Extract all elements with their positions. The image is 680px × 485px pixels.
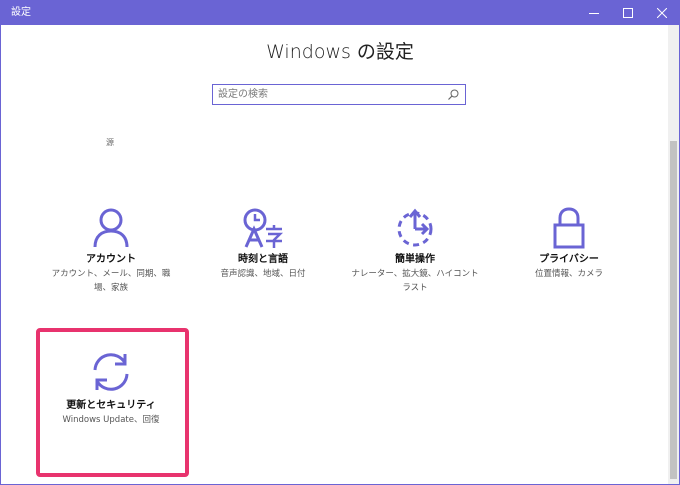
tile-label: 簡単操作 <box>395 254 435 265</box>
tile-privacy[interactable]: プライバシー 位置情報、カメラ <box>499 207 639 281</box>
tile-ease-of-access[interactable]: 簡単操作 ナレーター、拡大鏡、ハイコントラスト <box>345 207 485 295</box>
minimize-icon <box>589 13 599 14</box>
lock-icon <box>553 207 585 249</box>
tile-accounts[interactable]: アカウント アカウント、メール、同期、職場、家族 <box>41 207 181 295</box>
stray-text: 源 <box>106 138 114 147</box>
tile-label: 時刻と言語 <box>238 254 288 265</box>
tile-description: 音声認識、地域、日付 <box>220 269 306 279</box>
scrollbar-thumb[interactable] <box>670 141 677 479</box>
person-icon <box>93 208 129 248</box>
time-language-icon <box>243 208 284 248</box>
tile-description: 位置情報、カメラ <box>534 269 603 279</box>
close-icon <box>657 8 667 18</box>
close-button[interactable] <box>645 1 679 25</box>
search-input[interactable] <box>216 86 443 103</box>
highlight-box <box>36 328 189 477</box>
maximize-button[interactable] <box>611 1 645 25</box>
ease-of-access-icon <box>397 208 433 247</box>
settings-window: 設定 Windows の設定 源 アカウント アカウント、メール、同期、職場、家… <box>0 0 680 485</box>
maximize-icon <box>623 8 633 18</box>
tile-label: プライバシー <box>539 254 599 265</box>
minimize-button[interactable] <box>577 1 611 25</box>
search-box[interactable] <box>212 84 466 105</box>
title-bar[interactable]: 設定 <box>1 1 679 25</box>
search-icon[interactable] <box>448 89 459 100</box>
tile-label: アカウント <box>86 254 136 265</box>
tile-description: ナレーター、拡大鏡、ハイコントラスト <box>351 269 479 293</box>
window-title: 設定 <box>11 7 31 18</box>
tile-time-language[interactable]: 時刻と言語 音声認識、地域、日付 <box>193 207 333 281</box>
page-title: Windows の設定 <box>266 41 414 63</box>
tile-description: アカウント、メール、同期、職場、家族 <box>51 269 171 293</box>
